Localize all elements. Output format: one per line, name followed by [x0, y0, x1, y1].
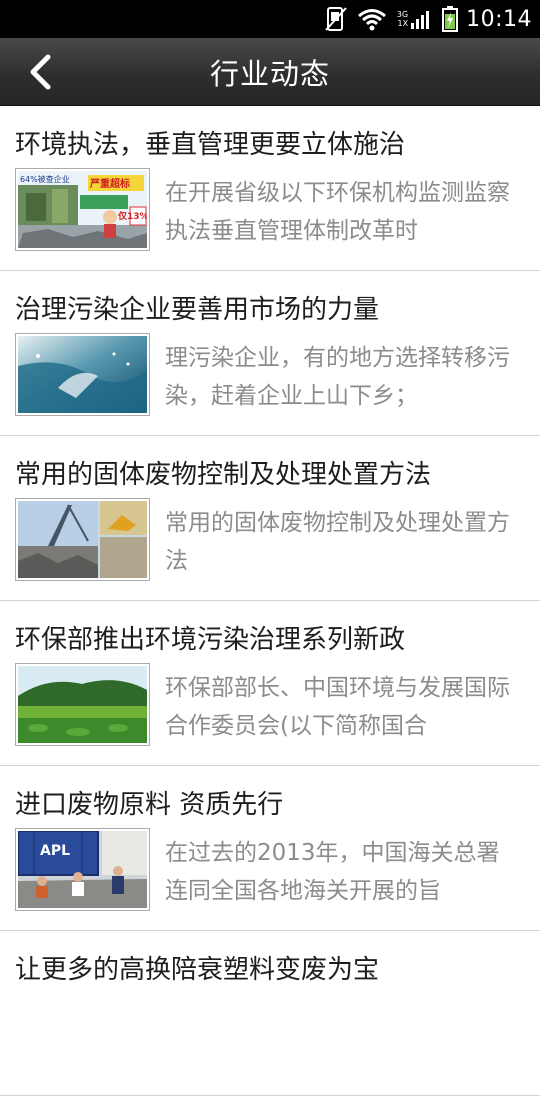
wifi-icon: [357, 7, 387, 31]
news-item[interactable]: 环保部推出环境污染治理系列新政 环保部部长、中国环境与发展国际合作委员会(以下简…: [0, 601, 540, 766]
network-type-top: 3G: [396, 10, 409, 19]
thumbnail-caption: 严重超标: [89, 177, 130, 190]
back-button[interactable]: [18, 50, 62, 94]
news-title: 进口废物原料 资质先行: [15, 790, 284, 820]
thumbnail-caption: 仅13%: [117, 210, 147, 222]
news-item[interactable]: 进口废物原料 资质先行 APL 在过去的2013年，中国海关总署连同全国各地海关…: [0, 766, 540, 931]
news-item[interactable]: 常用的固体废物控制及处理处置方法 常用的固体废物控制及处理处置方法: [0, 436, 540, 601]
news-item[interactable]: 治理污染企业要善用市场的力量 理污染企业，有的地方选择转移污染，赶着企业上山下乡…: [0, 271, 540, 436]
news-title: 环保部推出环境污染治理系列新政: [15, 625, 406, 655]
news-title: 常用的固体废物控制及处理处置方法: [15, 460, 432, 490]
news-item[interactable]: 让更多的高换陪衰塑料变废为宝: [0, 931, 540, 1096]
news-title: 环境执法，垂直管理更要立体施治: [15, 130, 406, 160]
status-bar: 3G 1X 10:14: [0, 0, 540, 38]
battery-charging-icon: [442, 6, 459, 32]
page-title: 行业动态: [209, 57, 330, 91]
news-title: 让更多的高换陪衰塑料变废为宝: [15, 955, 380, 985]
news-summary: 在过去的2013年，中国海关总署连同全国各地海关开展的旨: [165, 840, 500, 904]
news-summary: 环保部部长、中国环境与发展国际合作委员会(以下简称国合: [165, 675, 510, 739]
thumbnail-caption: 64%被查企业: [20, 174, 70, 184]
news-thumbnail: APL: [15, 828, 150, 911]
status-time: 10:14: [466, 6, 532, 32]
mute-icon: [325, 6, 347, 32]
signal-icon: 3G 1X: [397, 9, 432, 29]
news-title: 治理污染企业要善用市场的力量: [15, 295, 380, 325]
news-thumbnail: 64%被查企业 严重超标 仅13%: [15, 168, 150, 251]
network-type-bottom: 1X: [397, 19, 409, 28]
news-summary: 常用的固体废物控制及处理处置方法: [165, 510, 510, 574]
news-summary: 理污染企业，有的地方选择转移污染，赶着企业上山下乡；: [165, 345, 510, 409]
news-thumbnail: [15, 333, 150, 416]
news-thumbnail: [15, 498, 150, 581]
news-item[interactable]: 环境执法，垂直管理更要立体施治 64%被查企业 严重超标 仅13% 在开展省级以…: [0, 106, 540, 271]
news-thumbnail: [15, 663, 150, 746]
thumbnail-caption: APL: [40, 843, 70, 859]
news-list: 环境执法，垂直管理更要立体施治 64%被查企业 严重超标 仅13% 在开展省级以…: [0, 106, 540, 1096]
navigation-bar: 行业动态: [0, 38, 540, 106]
news-summary: 在开展省级以下环保机构监测监察执法垂直管理体制改革时: [165, 180, 510, 244]
chevron-left-icon: [30, 54, 51, 90]
